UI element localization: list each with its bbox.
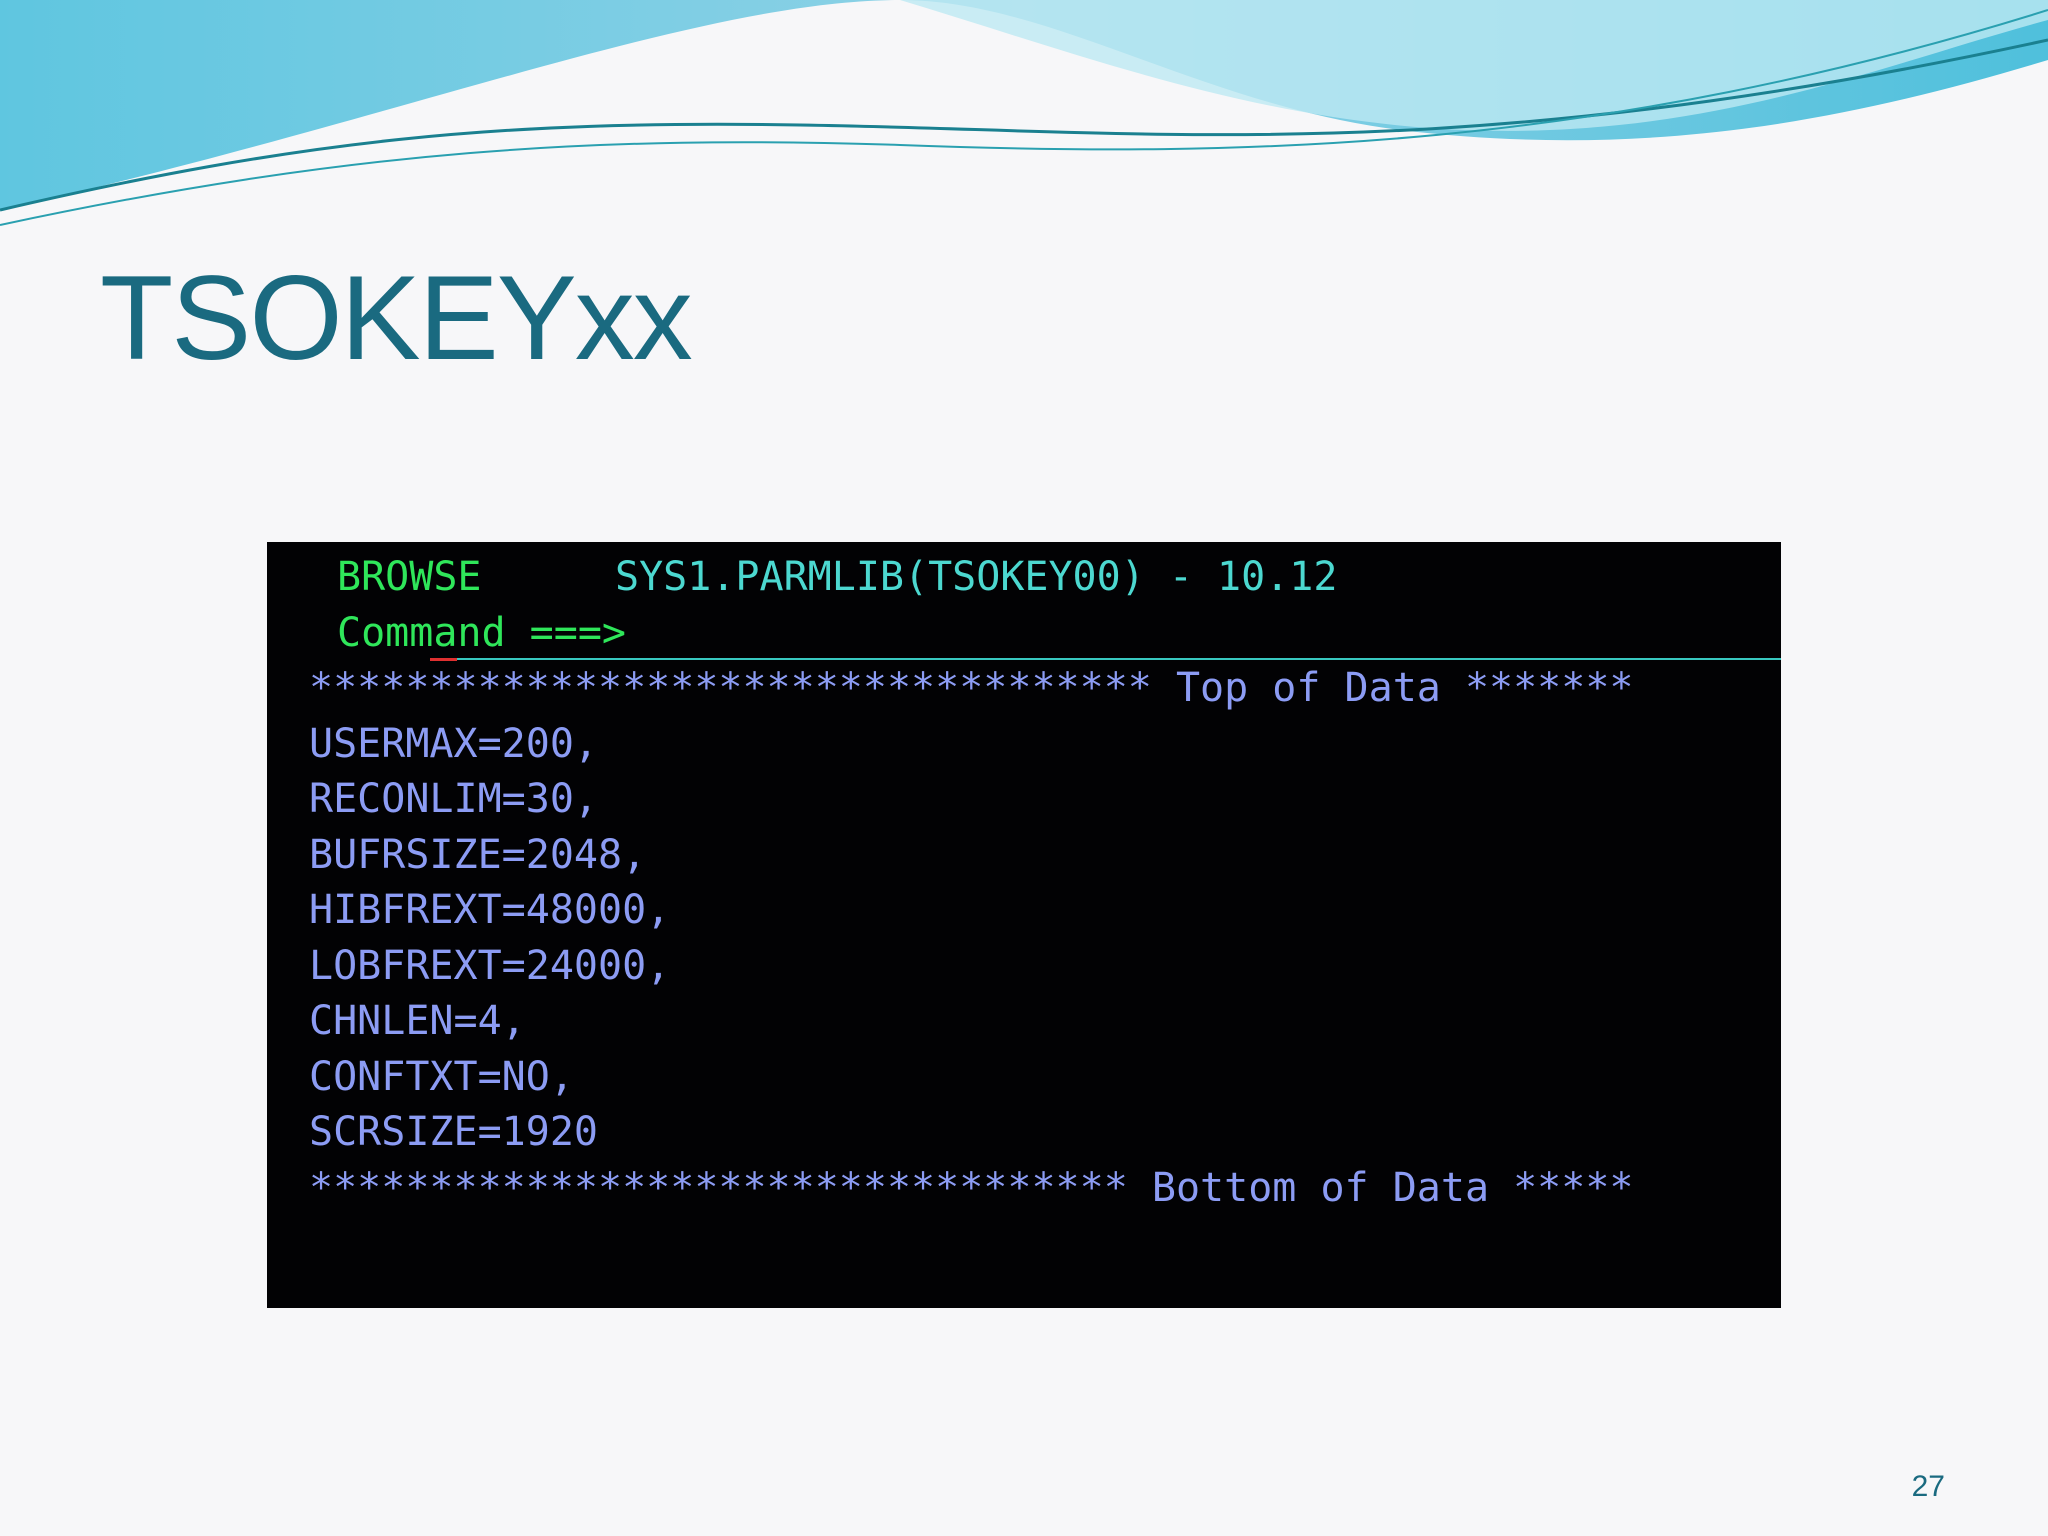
header-wave-decoration bbox=[0, 0, 2048, 226]
bottom-of-data-line: ********************************** Botto… bbox=[309, 1165, 1634, 1211]
slide-title: TSOKEYxx bbox=[100, 251, 693, 385]
terminal-cursor[interactable] bbox=[430, 658, 457, 661]
dataset-name: SYS1.PARMLIB(TSOKEY00) - 10.12 bbox=[615, 554, 1338, 600]
top-of-data-line: *********************************** Top … bbox=[309, 665, 1634, 711]
data-line: SCRSIZE=1920 bbox=[309, 1109, 598, 1155]
panel-label: BROWSE bbox=[337, 554, 482, 600]
data-line: LOBFREXT=24000, bbox=[309, 943, 671, 989]
slide-number: 27 bbox=[1911, 1470, 1945, 1503]
command-input-field[interactable] bbox=[457, 658, 1781, 660]
data-line: RECONLIM=30, bbox=[309, 776, 598, 822]
data-line: HIBFREXT=48000, bbox=[309, 887, 671, 933]
data-line: CONFTXT=NO, bbox=[309, 1054, 574, 1100]
data-line: USERMAX=200, bbox=[309, 721, 598, 767]
command-label: Command ===> bbox=[337, 610, 626, 656]
data-line: BUFRSIZE=2048, bbox=[309, 832, 647, 878]
terminal-screen: BROWSE SYS1.PARMLIB(TSOKEY00) - 10.12 Co… bbox=[267, 542, 1781, 1308]
data-line: CHNLEN=4, bbox=[309, 998, 526, 1044]
